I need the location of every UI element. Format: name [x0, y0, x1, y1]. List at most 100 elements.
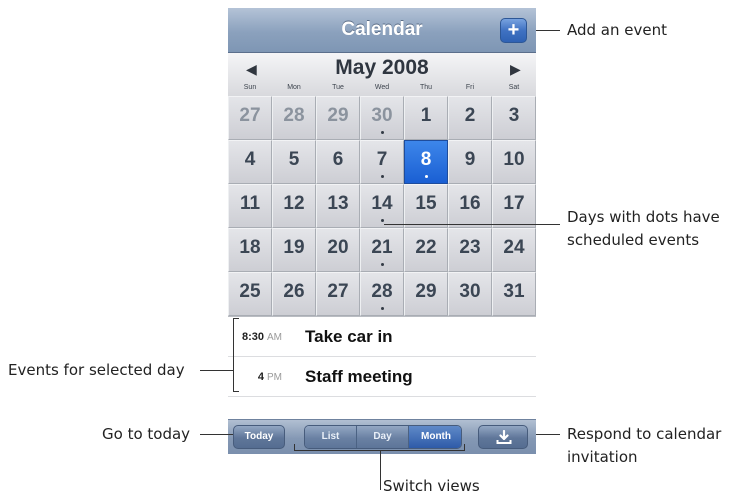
day-cell[interactable]: 24: [492, 228, 536, 272]
day-cell[interactable]: 15: [404, 184, 448, 228]
day-cell[interactable]: 31: [492, 272, 536, 316]
callout-go-today: Go to today: [102, 425, 191, 443]
callout-line-respond: [536, 434, 560, 435]
today-button[interactable]: Today: [233, 425, 285, 449]
day-cell[interactable]: 26: [272, 272, 316, 316]
day-number: 21: [371, 237, 393, 258]
day-cell[interactable]: 16: [448, 184, 492, 228]
day-cell[interactable]: 5: [272, 140, 316, 184]
event-ampm: AM: [267, 332, 282, 343]
callout-line-today: [200, 434, 233, 435]
next-month-icon[interactable]: ▶: [510, 61, 521, 78]
day-cell[interactable]: 25: [228, 272, 272, 316]
day-cell[interactable]: 29: [404, 272, 448, 316]
day-number: 8: [420, 149, 432, 170]
day-cell[interactable]: 1: [404, 96, 448, 140]
day-cell[interactable]: 28: [360, 272, 404, 316]
day-cell[interactable]: 3: [492, 96, 536, 140]
bottom-toolbar: Today List Day Month: [228, 419, 536, 454]
weekday-tue: Tue: [332, 84, 344, 91]
day-number: 20: [327, 237, 349, 258]
weekday-sat: Sat: [508, 84, 520, 91]
view-switcher: List Day Month: [304, 425, 462, 449]
weekday-mon: Mon: [287, 84, 301, 91]
day-cell[interactable]: 10: [492, 140, 536, 184]
event-dot-icon: [381, 219, 384, 222]
day-number: 15: [415, 193, 437, 214]
day-cell[interactable]: 20: [316, 228, 360, 272]
weekday-wed: Wed: [374, 84, 390, 91]
day-number: 1: [420, 105, 432, 126]
day-cell[interactable]: 19: [272, 228, 316, 272]
day-number: 27: [327, 281, 349, 302]
day-cell[interactable]: 27: [228, 96, 272, 140]
day-number: 18: [239, 237, 261, 258]
day-cell[interactable]: 12: [272, 184, 316, 228]
callout-line-dots: [384, 224, 560, 225]
event-row[interactable]: 8:30 AM Take car in: [228, 317, 536, 357]
event-title: Staff meeting: [305, 367, 413, 386]
day-cell[interactable]: 6: [316, 140, 360, 184]
callout-line-add: [536, 30, 560, 31]
day-cell[interactable]: 17: [492, 184, 536, 228]
day-number: 11: [239, 193, 261, 214]
add-event-button[interactable]: +: [500, 18, 527, 43]
event-row[interactable]: 4 PM Staff meeting: [228, 357, 536, 397]
event-dot-icon: [381, 175, 384, 178]
day-number: 3: [508, 105, 520, 126]
event-title: Take car in: [305, 327, 393, 346]
weekday-thu: Thu: [419, 84, 433, 91]
day-cell[interactable]: 14: [360, 184, 404, 228]
respond-invitation-button[interactable]: [478, 425, 528, 449]
day-number: 19: [283, 237, 305, 258]
day-cell-selected[interactable]: 8: [404, 140, 448, 184]
day-number: 9: [464, 149, 476, 170]
day-number: 30: [371, 105, 393, 126]
events-bracket: [233, 318, 234, 392]
day-cell[interactable]: 21: [360, 228, 404, 272]
day-number: 22: [415, 237, 437, 258]
day-number: 28: [371, 281, 393, 302]
event-ampm: PM: [267, 372, 282, 383]
day-cell[interactable]: 30: [448, 272, 492, 316]
callout-days-dots-1: Days with dots have: [567, 208, 720, 226]
day-number: 2: [464, 105, 476, 126]
day-cell[interactable]: 30: [360, 96, 404, 140]
day-cell[interactable]: 18: [228, 228, 272, 272]
views-bracket-right: [464, 444, 465, 451]
month-title: May 2008: [335, 56, 429, 79]
day-cell[interactable]: 22: [404, 228, 448, 272]
day-cell[interactable]: 13: [316, 184, 360, 228]
day-number: 7: [376, 149, 388, 170]
day-cell[interactable]: 23: [448, 228, 492, 272]
day-number: 10: [503, 149, 525, 170]
callout-switch-views: Switch views: [383, 477, 480, 495]
download-arrow-icon: [496, 430, 512, 444]
day-number: 27: [239, 105, 261, 126]
day-cell[interactable]: 27: [316, 272, 360, 316]
day-cell[interactable]: 11: [228, 184, 272, 228]
day-cell[interactable]: 9: [448, 140, 492, 184]
day-number: 6: [332, 149, 344, 170]
day-cell[interactable]: 2: [448, 96, 492, 140]
calendar-screen: Calendar + ◀ May 2008 ▶ Sun Mon Tue Wed …: [228, 8, 536, 454]
callout-respond-2: invitation: [567, 448, 638, 466]
day-number: 17: [503, 193, 525, 214]
day-number: 28: [283, 105, 305, 126]
day-number: 24: [503, 237, 525, 258]
day-cell[interactable]: 29: [316, 96, 360, 140]
tab-month[interactable]: Month: [409, 426, 461, 448]
tab-list[interactable]: List: [305, 426, 357, 448]
day-cell[interactable]: 28: [272, 96, 316, 140]
day-cell[interactable]: 7: [360, 140, 404, 184]
tab-day[interactable]: Day: [357, 426, 409, 448]
callout-line-events: [200, 370, 233, 371]
day-number: 4: [244, 149, 256, 170]
day-cell[interactable]: 4: [228, 140, 272, 184]
page-title: Calendar: [341, 19, 423, 40]
title-bar: Calendar +: [228, 8, 536, 53]
day-number: 31: [503, 281, 525, 302]
month-header: ◀ May 2008 ▶ Sun Mon Tue Wed Thu Fri Sat: [228, 53, 536, 96]
day-number: 30: [459, 281, 481, 302]
callout-add-event: Add an event: [567, 21, 667, 39]
